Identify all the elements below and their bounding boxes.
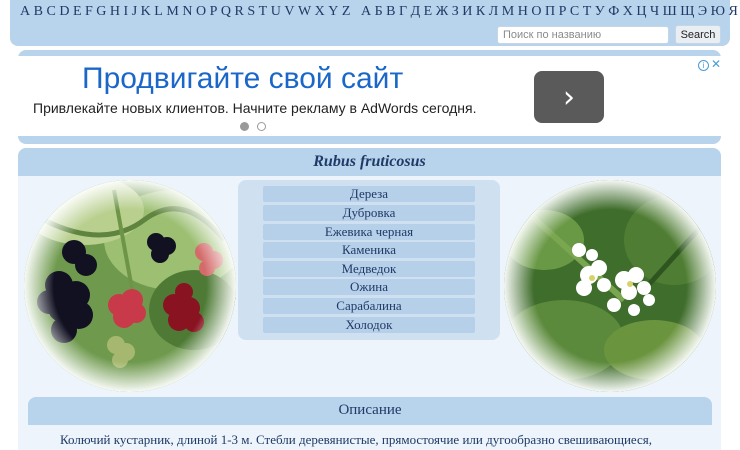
cyrillic-letter-link[interactable]: О <box>531 4 542 19</box>
ad-pagination-dots <box>240 122 266 131</box>
search-button[interactable]: Search <box>675 25 721 44</box>
common-name-item[interactable]: Медведок <box>263 261 475 277</box>
latin-letter-link[interactable]: W <box>298 4 312 19</box>
description-text: Колючий кустарник, длиной 1-3 м. Стебли … <box>28 425 712 450</box>
latin-letter-link[interactable]: Y <box>328 4 339 19</box>
common-name-item[interactable]: Дереза <box>263 186 475 202</box>
cyrillic-letter-link[interactable]: Н <box>518 4 529 19</box>
latin-letter-link[interactable]: P <box>210 4 218 19</box>
cyrillic-letter-link[interactable]: Щ <box>680 4 695 19</box>
cyrillic-letter-link[interactable]: Л <box>489 4 499 19</box>
cyrillic-letter-link[interactable]: Е <box>424 4 433 19</box>
common-name-item[interactable]: Дубровка <box>263 205 475 221</box>
ad-subtitle[interactable]: Привлекайте новых клиентов. Начните рекл… <box>33 100 476 116</box>
common-name-item[interactable]: Каменика <box>263 242 475 258</box>
alphabet-bar: ABCDEFGHIJKLMNOPQRSTUVWXYZ АБВГДЕЖЗИКЛМН… <box>10 0 738 46</box>
common-name-item[interactable]: Ожина <box>263 279 475 295</box>
latin-letter-link[interactable]: H <box>110 4 121 19</box>
species-header: Rubus fruticosus <box>18 148 721 176</box>
ad-title[interactable]: Продвигайте свой сайт <box>82 62 403 96</box>
ad-pagination-dot[interactable] <box>257 122 266 131</box>
latin-letter-link[interactable]: A <box>20 4 31 19</box>
cyrillic-letter-link[interactable]: Д <box>411 4 421 19</box>
common-name-item[interactable]: Сарабалина <box>263 298 475 314</box>
latin-letter-link[interactable]: U <box>271 4 282 19</box>
latin-letter-link[interactable]: X <box>315 4 326 19</box>
latin-letter-link[interactable]: G <box>96 4 107 19</box>
latin-letter-link[interactable]: M <box>166 4 179 19</box>
latin-letter-link[interactable]: L <box>154 4 163 19</box>
latin-letter-link[interactable]: T <box>259 4 268 19</box>
ad-info-icon[interactable]: i <box>698 60 709 71</box>
latin-letter-link[interactable]: V <box>284 4 295 19</box>
description-title: Описание <box>338 402 402 418</box>
species-panel: Rubus fruticosus Дереза Дубровка Ежевика… <box>18 148 721 450</box>
cyrillic-letter-link[interactable]: В <box>386 4 396 19</box>
cyrillic-letter-link[interactable]: Я <box>729 4 739 19</box>
cyrillic-letter-link[interactable]: Б <box>375 4 384 19</box>
cyrillic-letter-link[interactable]: Т <box>583 4 592 19</box>
cyrillic-letter-link[interactable]: С <box>570 4 580 19</box>
latin-letter-link[interactable]: I <box>124 4 129 19</box>
cyrillic-letter-link[interactable]: Ц <box>636 4 647 19</box>
cyrillic-letter-link[interactable]: Г <box>399 4 408 19</box>
cyrillic-letter-link[interactable]: У <box>595 4 605 19</box>
latin-letter-link[interactable]: D <box>59 4 70 19</box>
berries-photo <box>24 180 236 392</box>
latin-letter-link[interactable]: E <box>73 4 82 19</box>
cyrillic-letter-link[interactable]: Ю <box>711 4 726 19</box>
common-name-item[interactable]: Холодок <box>263 317 475 333</box>
latin-letter-link[interactable]: Z <box>342 4 351 19</box>
cyrillic-letter-link[interactable]: Э <box>698 4 708 19</box>
latin-letter-link[interactable]: S <box>247 4 255 19</box>
cyrillic-letter-link[interactable]: К <box>476 4 486 19</box>
cyrillic-letter-link[interactable]: Х <box>623 4 634 19</box>
common-name-item[interactable]: Ежевика черная <box>263 224 475 240</box>
latin-letter-link[interactable]: J <box>132 4 138 19</box>
cyrillic-letter-link[interactable]: А <box>361 4 372 19</box>
cyrillic-letter-link[interactable]: П <box>545 4 556 19</box>
cyrillic-letter-link[interactable]: М <box>502 4 515 19</box>
cyrillic-letter-link[interactable]: Ж <box>436 4 449 19</box>
cyrillic-letter-link[interactable]: Р <box>559 4 567 19</box>
description-header: Описание <box>28 397 712 425</box>
latin-letter-link[interactable]: R <box>234 4 244 19</box>
flowers-photo <box>504 180 716 392</box>
search-input[interactable] <box>497 26 669 44</box>
cyrillic-letter-link[interactable]: З <box>452 4 460 19</box>
latin-letter-link[interactable]: K <box>141 4 152 19</box>
latin-letter-link[interactable]: C <box>46 4 56 19</box>
cyrillic-letter-link[interactable]: Ш <box>663 4 678 19</box>
cyrillic-letter-link[interactable]: Ч <box>650 4 660 19</box>
cyrillic-letter-link[interactable]: И <box>462 4 473 19</box>
common-names-list: Дереза Дубровка Ежевика черная Каменика … <box>238 180 500 340</box>
latin-letter-link[interactable]: F <box>85 4 93 19</box>
ad-banner[interactable]: Продвигайте свой сайт Привлекайте новых … <box>18 56 721 136</box>
cyrillic-letter-link[interactable]: Ф <box>608 4 620 19</box>
ad-next-arrow-button[interactable]: › <box>534 71 604 123</box>
latin-letter-link[interactable]: B <box>34 4 44 19</box>
cyrillic-alphabet: АБВГДЕЖЗИКЛМНОПРСТУФХЦЧШЩЭЮЯ <box>361 4 740 20</box>
ad-close-icon[interactable]: ✕ <box>711 57 721 71</box>
latin-alphabet: ABCDEFGHIJKLMNOPQRSTUVWXYZ <box>20 4 354 20</box>
ad-pagination-dot[interactable] <box>240 122 249 131</box>
species-latin-name: Rubus fruticosus <box>313 153 426 170</box>
latin-letter-link[interactable]: O <box>196 4 207 19</box>
latin-letter-link[interactable]: Q <box>221 4 232 19</box>
latin-letter-link[interactable]: N <box>182 4 193 19</box>
